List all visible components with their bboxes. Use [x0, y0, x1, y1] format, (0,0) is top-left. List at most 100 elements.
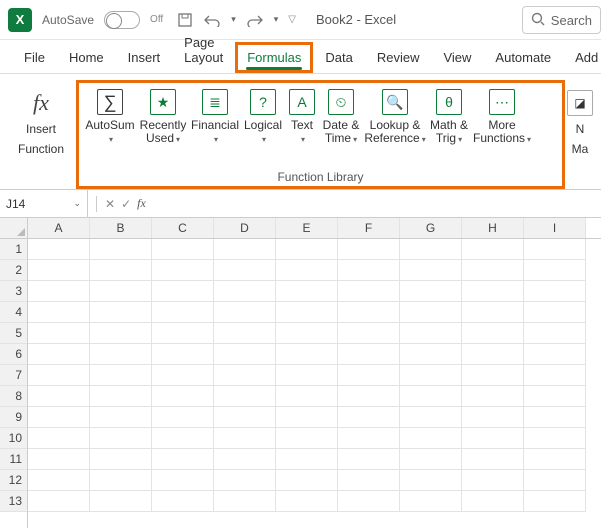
col-header-C[interactable]: C [152, 218, 214, 238]
autosave-toggle[interactable]: AutoSave Off [42, 11, 163, 29]
col-header-A[interactable]: A [28, 218, 90, 238]
cell[interactable] [524, 386, 586, 407]
save-icon[interactable] [177, 12, 193, 28]
tab-data[interactable]: Data [313, 42, 364, 73]
cell[interactable] [90, 491, 152, 512]
cell[interactable] [338, 239, 400, 260]
cell[interactable] [524, 239, 586, 260]
cell[interactable] [214, 365, 276, 386]
tab-home[interactable]: Home [57, 42, 116, 73]
enter-icon[interactable]: ✓ [121, 197, 131, 211]
cell[interactable] [90, 365, 152, 386]
cell[interactable] [338, 407, 400, 428]
cell[interactable] [28, 344, 90, 365]
name-box[interactable]: J14 ⌄ [0, 190, 88, 217]
cell[interactable] [524, 470, 586, 491]
cell[interactable] [152, 449, 214, 470]
cell[interactable] [524, 260, 586, 281]
cell[interactable] [400, 281, 462, 302]
cell[interactable] [276, 428, 338, 449]
row-header-1[interactable]: 1 [0, 239, 27, 260]
cell[interactable] [462, 302, 524, 323]
cell[interactable] [28, 281, 90, 302]
select-all-corner[interactable] [0, 218, 28, 239]
search-box[interactable]: Search [522, 6, 601, 34]
cell[interactable] [152, 407, 214, 428]
cell[interactable] [462, 260, 524, 281]
insert-function-button[interactable]: fx Insert Function [6, 80, 76, 189]
cell[interactable] [338, 323, 400, 344]
formula-input[interactable] [152, 190, 601, 217]
redo-icon[interactable] [246, 13, 264, 27]
cell[interactable] [28, 239, 90, 260]
cell[interactable] [338, 386, 400, 407]
cell[interactable] [214, 386, 276, 407]
cell[interactable] [90, 323, 152, 344]
cell[interactable] [276, 323, 338, 344]
cell[interactable] [400, 470, 462, 491]
cell[interactable] [400, 407, 462, 428]
cell[interactable] [338, 491, 400, 512]
recently-button[interactable]: ★RecentlyUsed▾ [137, 85, 189, 168]
row-header-4[interactable]: 4 [0, 302, 27, 323]
row-header-7[interactable]: 7 [0, 365, 27, 386]
col-header-G[interactable]: G [400, 218, 462, 238]
tab-automate[interactable]: Automate [483, 42, 563, 73]
cell[interactable] [276, 386, 338, 407]
logical-button[interactable]: ?Logical▾ [241, 85, 285, 168]
cell[interactable] [152, 491, 214, 512]
cell[interactable] [90, 302, 152, 323]
qat-overflow-icon[interactable]: ▽ [288, 14, 296, 25]
cell[interactable] [400, 386, 462, 407]
cell[interactable] [276, 302, 338, 323]
cell[interactable] [152, 260, 214, 281]
cell[interactable] [524, 302, 586, 323]
cell[interactable] [400, 449, 462, 470]
cell[interactable] [214, 491, 276, 512]
cell[interactable] [276, 260, 338, 281]
cell[interactable] [462, 239, 524, 260]
col-header-H[interactable]: H [462, 218, 524, 238]
lookup-button[interactable]: 🔍Lookup &Reference▾ [363, 85, 427, 168]
cell[interactable] [524, 281, 586, 302]
cell[interactable] [462, 491, 524, 512]
cell[interactable] [524, 449, 586, 470]
name-manager-button[interactable]: ◪ N Ma [565, 80, 595, 189]
cell[interactable] [214, 470, 276, 491]
cell[interactable] [214, 239, 276, 260]
cell[interactable] [338, 260, 400, 281]
cell[interactable] [462, 323, 524, 344]
cell[interactable] [338, 344, 400, 365]
cells-area[interactable] [28, 239, 601, 528]
cell[interactable] [90, 344, 152, 365]
col-header-E[interactable]: E [276, 218, 338, 238]
cell[interactable] [338, 302, 400, 323]
chevron-down-icon[interactable]: ▾ [274, 14, 279, 25]
row-header-13[interactable]: 13 [0, 491, 27, 512]
cell[interactable] [338, 470, 400, 491]
cell[interactable] [28, 491, 90, 512]
cell[interactable] [152, 239, 214, 260]
cell[interactable] [152, 428, 214, 449]
cell[interactable] [28, 260, 90, 281]
cell[interactable] [90, 449, 152, 470]
cell[interactable] [90, 470, 152, 491]
row-header-11[interactable]: 11 [0, 449, 27, 470]
cell[interactable] [152, 344, 214, 365]
cell[interactable] [214, 302, 276, 323]
financial-button[interactable]: ≣Financial▾ [189, 85, 241, 168]
row-header-5[interactable]: 5 [0, 323, 27, 344]
math-button[interactable]: θMath &Trig▾ [427, 85, 471, 168]
cell[interactable] [152, 386, 214, 407]
row-header-12[interactable]: 12 [0, 470, 27, 491]
cell[interactable] [462, 365, 524, 386]
cell[interactable] [462, 407, 524, 428]
cell[interactable] [400, 323, 462, 344]
cell[interactable] [462, 281, 524, 302]
col-header-I[interactable]: I [524, 218, 586, 238]
cell[interactable] [276, 344, 338, 365]
cell[interactable] [400, 428, 462, 449]
date-button[interactable]: ⏲Date &Time▾ [319, 85, 363, 168]
toggle-switch-icon[interactable] [104, 11, 140, 29]
cell[interactable] [214, 449, 276, 470]
